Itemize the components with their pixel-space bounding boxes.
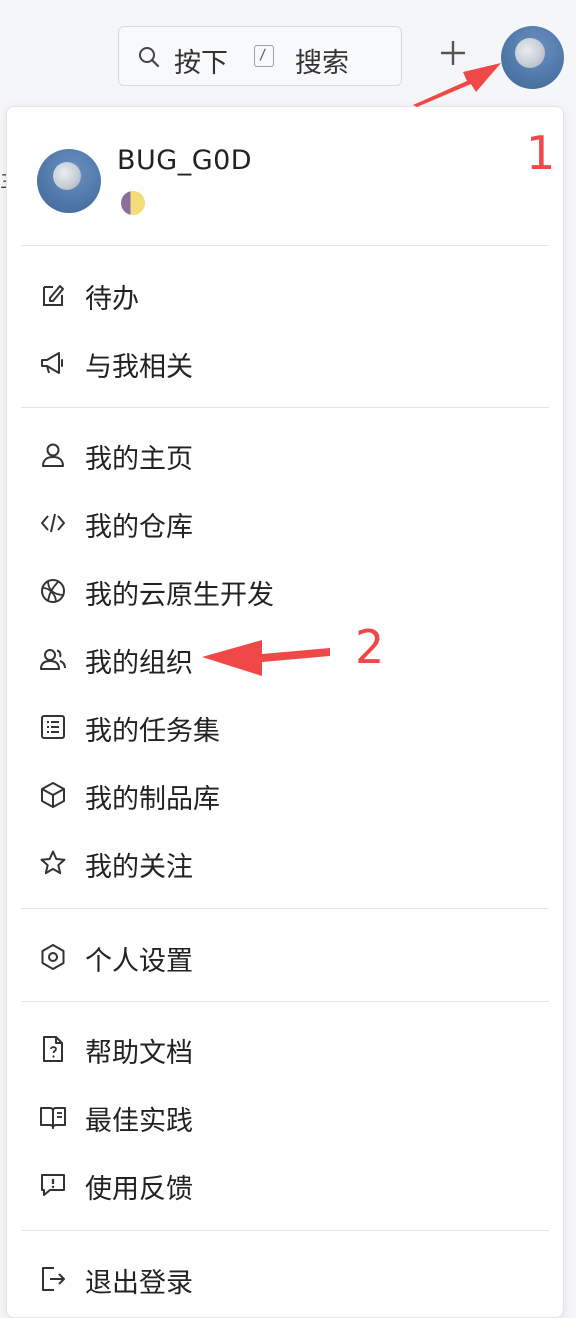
menu-item-label: 我的制品库 <box>85 784 220 815</box>
menu-item-help-docs[interactable]: 帮助文档 <box>21 1021 549 1077</box>
logout-icon <box>42 1267 65 1291</box>
search-suffix-text: 搜索 <box>295 48 349 79</box>
menu-item-my-tasksets[interactable]: 我的任务集 <box>21 699 549 755</box>
menu-item-label: 帮助文档 <box>85 1038 193 1069</box>
users-icon <box>40 649 66 670</box>
moon-avatar-icon <box>53 162 81 190</box>
menu-item-my-artifacts[interactable]: 我的制品库 <box>21 767 549 823</box>
megaphone-icon <box>41 352 63 374</box>
search-icon <box>139 47 160 68</box>
feedback-icon <box>41 1174 65 1196</box>
menu-item-label: 与我相关 <box>85 352 193 383</box>
menu-item-todo[interactable]: 待办 <box>21 267 549 323</box>
divider <box>21 245 549 246</box>
menu-item-label: 我的任务集 <box>85 716 220 747</box>
doc-question-icon <box>43 1036 63 1062</box>
menu-item-label: 我的云原生开发 <box>85 580 274 611</box>
book-icon <box>40 1107 66 1129</box>
annotation-arrow-2 <box>202 640 330 676</box>
divider <box>21 407 549 408</box>
menu-item-label: 我的组织 <box>85 648 193 679</box>
menu-item-label: 我的仓库 <box>85 512 193 543</box>
menu-item-label: 退出登录 <box>85 1268 193 1299</box>
code-icon <box>41 513 65 533</box>
hexagon-settings-icon <box>41 944 65 970</box>
menu-item-my-follows[interactable]: 我的关注 <box>21 835 549 891</box>
divider <box>21 1001 549 1002</box>
user-avatar-button[interactable] <box>501 26 564 89</box>
menu-item-label: 最佳实践 <box>85 1106 193 1137</box>
basketball-icon <box>41 579 65 603</box>
menu-item-settings[interactable]: 个人设置 <box>21 929 549 985</box>
moon-phase-emoji-icon[interactable] <box>121 191 145 215</box>
search-box[interactable]: 按下 搜索 <box>118 26 402 86</box>
menu-item-mentions[interactable]: 与我相关 <box>21 335 549 391</box>
todo-icon <box>43 285 64 306</box>
moon-avatar-icon <box>515 38 545 68</box>
search-prefix-text: 按下 <box>174 48 228 79</box>
annotation-marker-2: 2 <box>355 620 385 674</box>
profile-username: BUG_G0D <box>117 145 253 176</box>
slash-key-icon <box>254 45 274 67</box>
menu-item-my-homepage[interactable]: 我的主页 <box>21 427 549 483</box>
menu-item-best-practices[interactable]: 最佳实践 <box>21 1089 549 1145</box>
list-icon <box>41 715 65 739</box>
menu-item-feedback[interactable]: 使用反馈 <box>21 1157 549 1213</box>
menu-item-logout[interactable]: 退出登录 <box>21 1251 549 1307</box>
user-dropdown-menu: BUG_G0D 待办 与我相关 我的主页 我的仓库 我的云原生开发 我的组织 我… <box>6 106 564 1318</box>
divider <box>21 1230 549 1231</box>
user-icon <box>42 443 64 467</box>
annotation-arrow-1 <box>413 63 501 107</box>
box-icon <box>41 782 65 808</box>
divider <box>21 908 549 909</box>
star-icon <box>40 850 66 875</box>
menu-item-label: 我的关注 <box>85 852 193 883</box>
profile-avatar <box>37 149 101 213</box>
menu-item-label: 使用反馈 <box>85 1174 193 1205</box>
menu-item-label: 个人设置 <box>85 946 193 977</box>
annotation-marker-1: 1 <box>526 126 556 180</box>
menu-item-label: 我的主页 <box>85 444 193 475</box>
menu-item-my-repos[interactable]: 我的仓库 <box>21 495 549 551</box>
menu-item-my-cloud-dev[interactable]: 我的云原生开发 <box>21 563 549 619</box>
menu-item-label: 待办 <box>85 284 139 315</box>
